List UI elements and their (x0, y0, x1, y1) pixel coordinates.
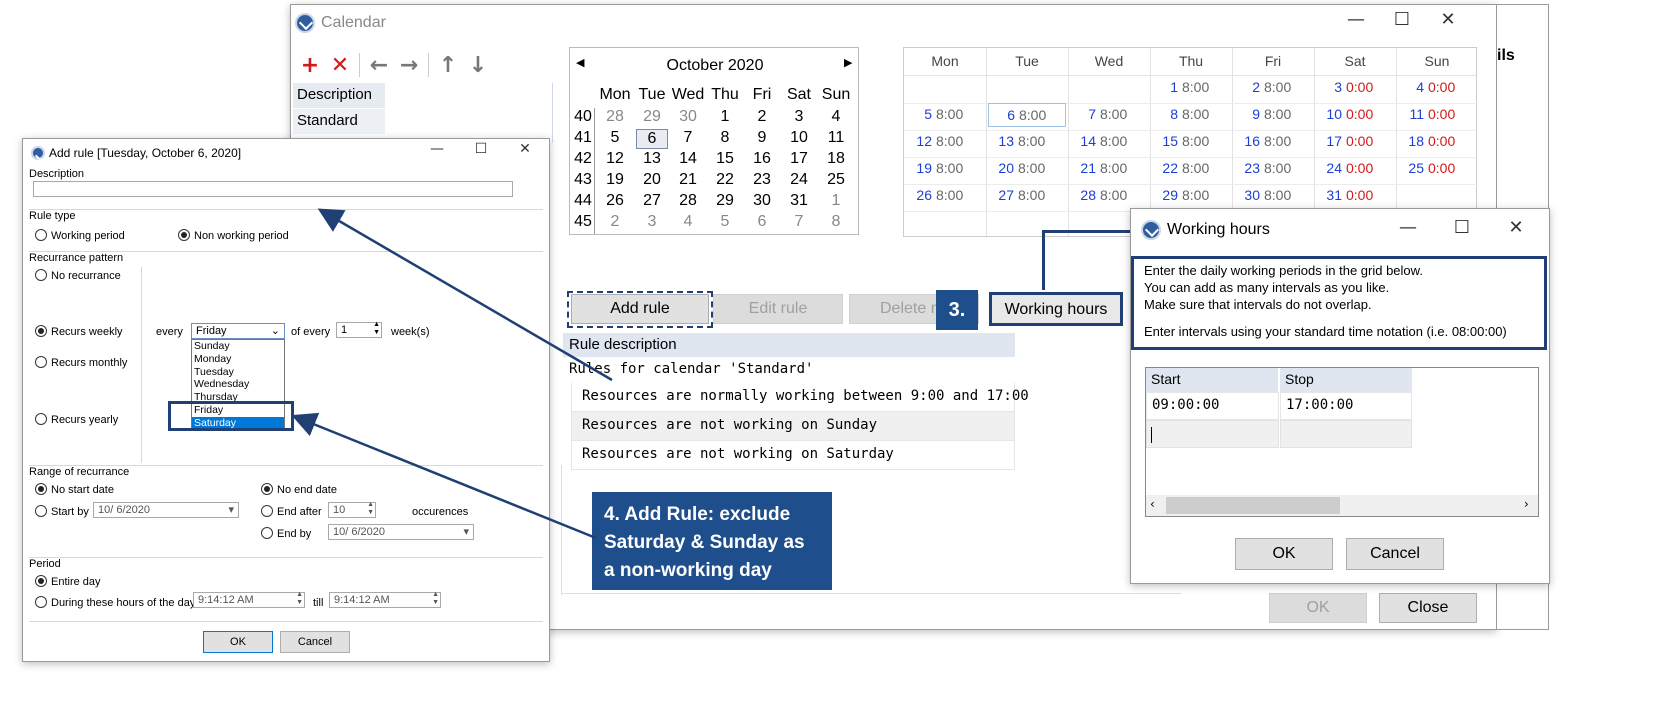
annotation-arrows (291, 208, 613, 540)
arrow-to-description (317, 208, 613, 382)
arrow-to-dropdown (291, 412, 597, 540)
